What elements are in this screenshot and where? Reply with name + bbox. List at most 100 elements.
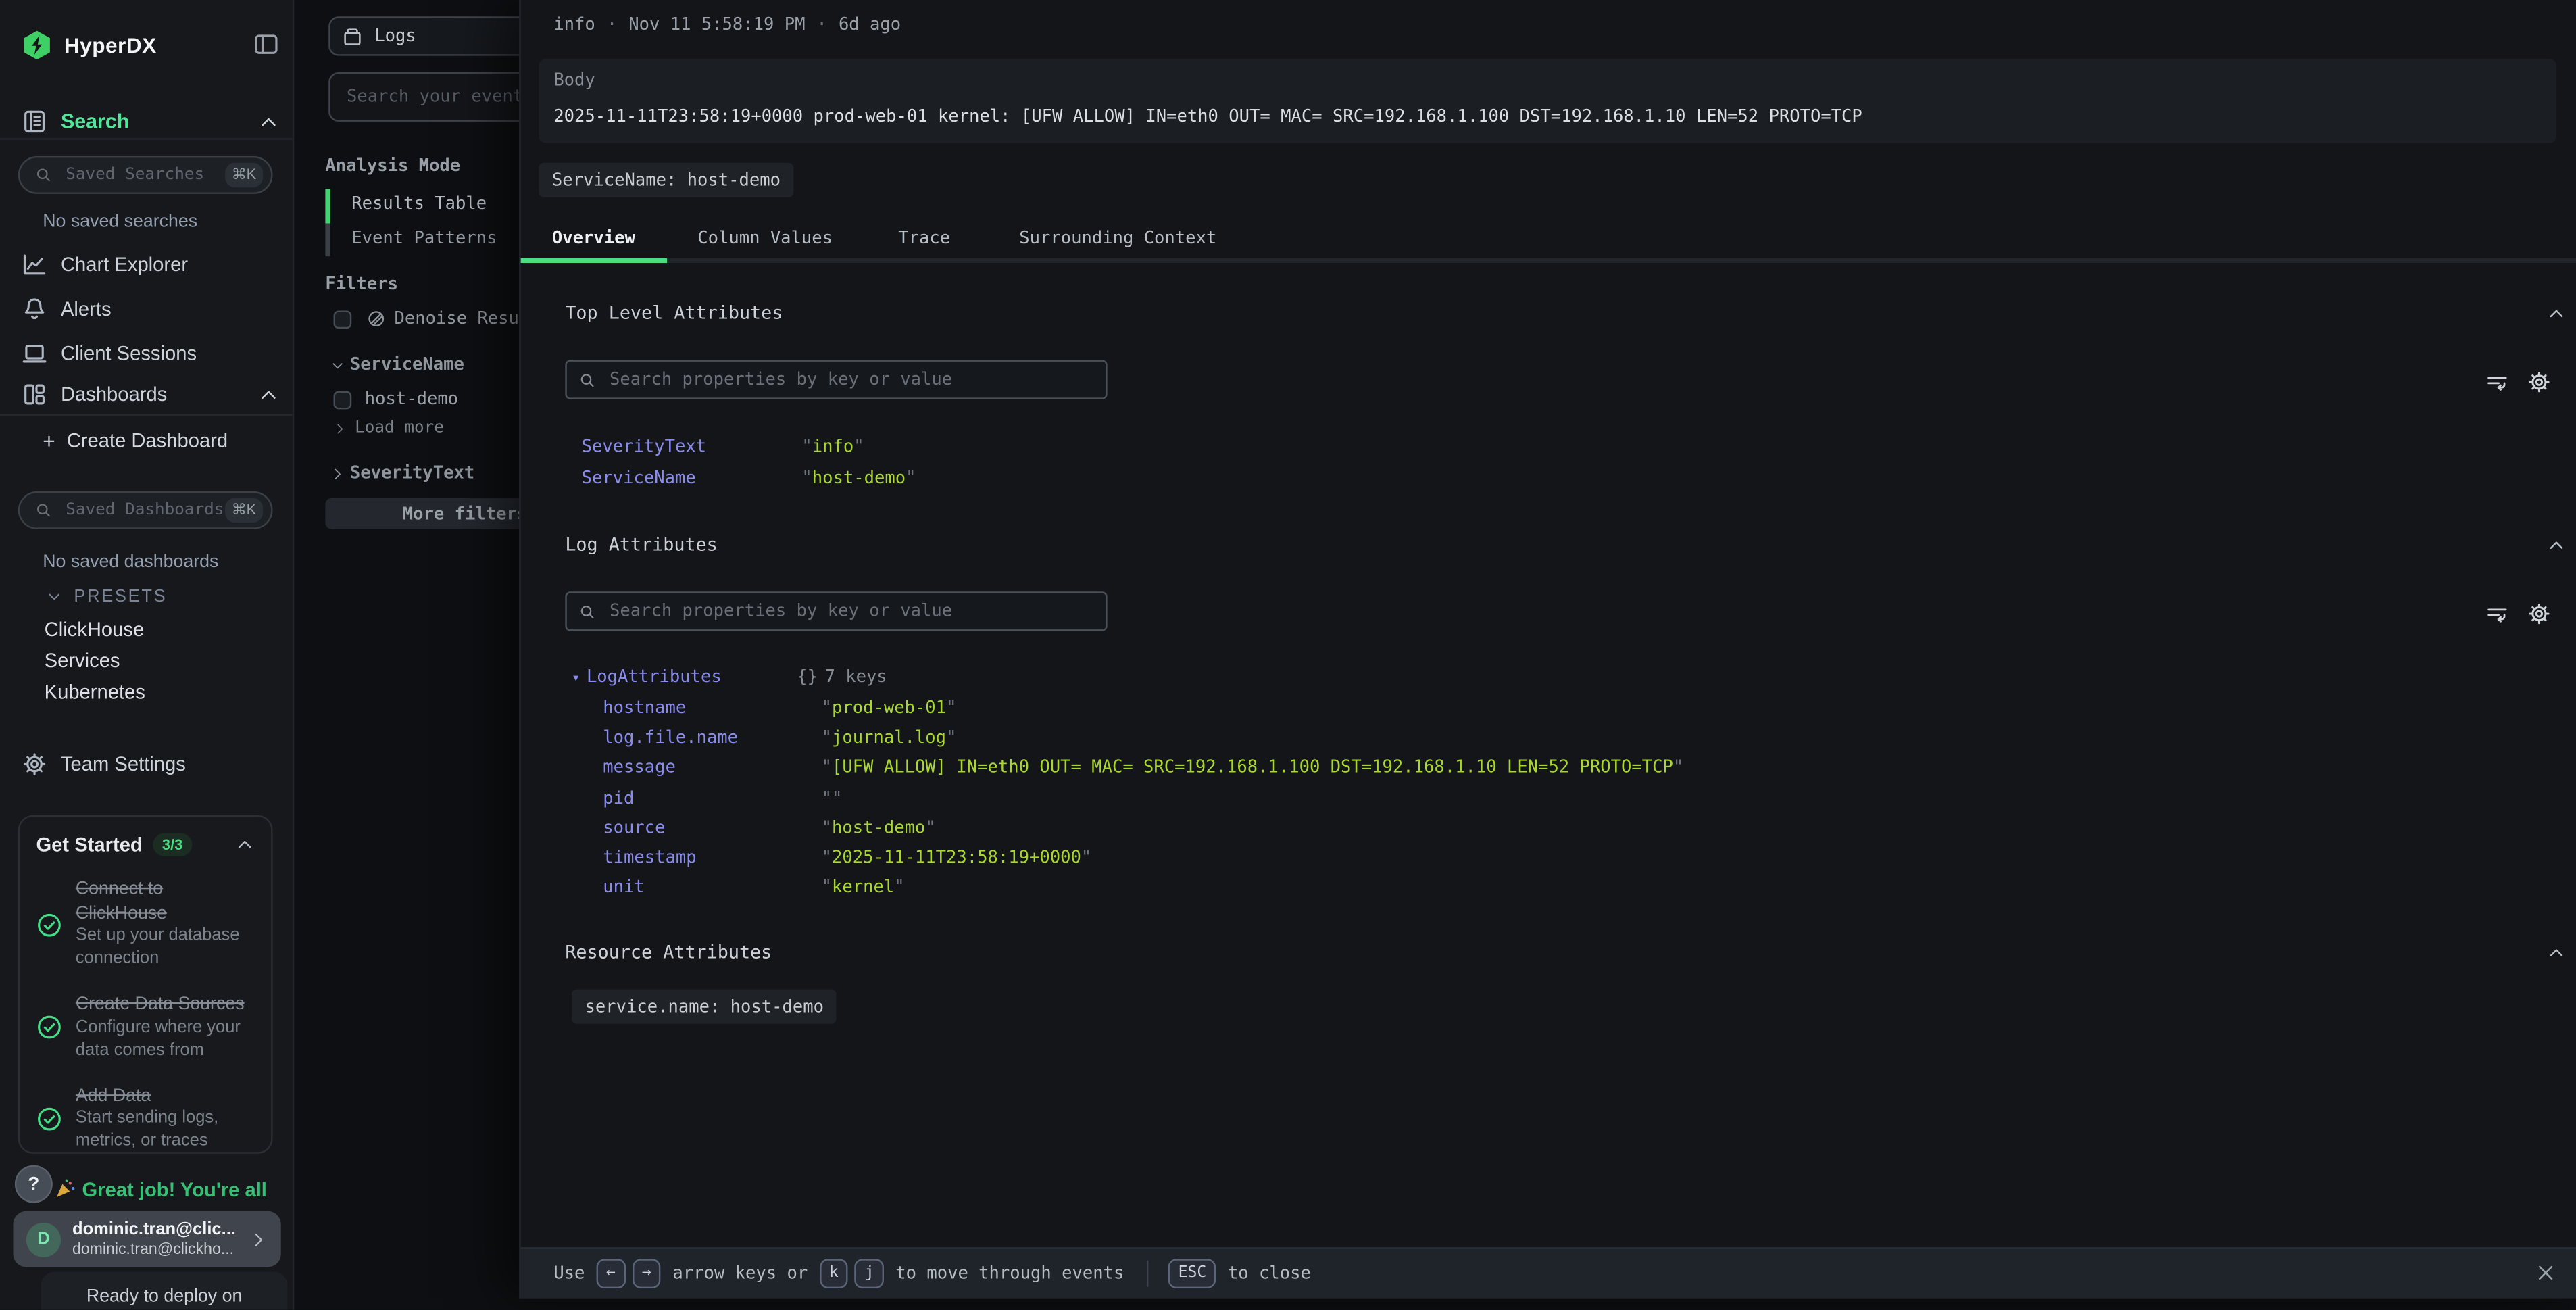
chevron-up-icon[interactable] [235, 835, 255, 854]
party-popper-icon [54, 1178, 76, 1200]
group-label: SeverityText [350, 464, 474, 483]
tab-column-values[interactable]: Column Values [697, 228, 833, 248]
caret-down-icon[interactable]: ▾ [572, 671, 580, 687]
attribute-row[interactable]: pid [521, 788, 2576, 811]
tab-overview[interactable]: Overview [552, 228, 635, 248]
preset-services[interactable]: Services [45, 648, 120, 672]
gear-icon[interactable] [2527, 602, 2551, 626]
active-mode-indicator [325, 189, 330, 224]
attribute-key[interactable]: LogAttributes [587, 667, 722, 687]
attribute-row[interactable]: source host-demo [521, 818, 2576, 841]
sidebar: HyperDX Search ⌘K No saved searches Char… [0, 0, 294, 1310]
host-demo-checkbox[interactable] [334, 390, 352, 408]
close-icon[interactable] [2535, 1262, 2556, 1284]
attribute-row[interactable]: SeverityText info [521, 437, 2576, 460]
attribute-value[interactable]: info [801, 437, 864, 457]
attribute-key[interactable]: SeverityText [582, 437, 706, 457]
service-tag-chip[interactable]: ServiceName: host-demo [539, 163, 793, 197]
mode-results-table[interactable]: Results Table [351, 194, 487, 214]
source-select[interactable]: Logs [328, 16, 545, 55]
attribute-value[interactable] [822, 788, 843, 808]
attribute-row[interactable]: log.file.name journal.log [521, 728, 2576, 751]
sidebar-item-search[interactable]: Search [22, 105, 280, 139]
event-search-input[interactable] [330, 87, 544, 107]
brand-home-link[interactable]: HyperDX [22, 26, 280, 62]
log-attributes-root-row[interactable]: ▾ LogAttributes {} 7 keys [521, 667, 2576, 690]
tab-trace[interactable]: Trace [898, 228, 950, 248]
get-started-step[interactable]: Add Data Start sending logs, metrics, or… [36, 1084, 254, 1154]
attribute-value[interactable]: kernel [822, 878, 905, 898]
attribute-row[interactable]: hostname prod-web-01 [521, 698, 2576, 721]
tab-underline-track [521, 258, 2576, 263]
attribute-value[interactable]: journal.log [822, 728, 957, 748]
attribute-value[interactable]: prod-web-01 [822, 698, 957, 718]
attribute-value[interactable]: host-demo [801, 468, 916, 487]
get-started-step[interactable]: Connect to ClickHouse Set up your databa… [36, 877, 254, 971]
presets-toggle[interactable]: PRESETS [46, 585, 167, 608]
preset-clickhouse[interactable]: ClickHouse [45, 616, 145, 641]
event-search-box[interactable] [328, 72, 545, 122]
group-label: ServiceName [350, 355, 464, 374]
denoise-filter-row[interactable]: Denoise Results [334, 309, 551, 329]
chevron-up-icon[interactable] [258, 384, 280, 406]
get-started-header[interactable]: Get Started 3/3 [36, 833, 254, 856]
attribute-key[interactable]: source [603, 818, 665, 838]
collapse-section-icon[interactable] [2546, 304, 2566, 324]
attribute-key[interactable]: message [603, 758, 676, 778]
help-button[interactable]: ? [15, 1165, 53, 1203]
user-email: dominic.tran@clickho... [72, 1240, 250, 1260]
sidebar-item-client-sessions[interactable]: Client Sessions [22, 337, 280, 370]
get-started-step[interactable]: Create Data Sources Configure where your… [36, 993, 254, 1063]
sidebar-item-chart-explorer[interactable]: Chart Explorer [22, 248, 280, 281]
filter-value-host-demo[interactable]: host-demo [334, 389, 459, 409]
top-level-search-input[interactable] [606, 368, 1094, 391]
filter-group-severitytext[interactable]: SeverityText [330, 464, 475, 483]
resource-tag-chip[interactable]: service.name: host-demo [572, 990, 837, 1024]
attribute-row[interactable]: ServiceName host-demo [521, 468, 2576, 491]
attribute-row[interactable]: timestamp 2025-11-11T23:58:19+0000 [521, 848, 2576, 871]
search-icon [578, 370, 597, 389]
attribute-key[interactable]: log.file.name [603, 728, 738, 748]
preset-kubernetes[interactable]: Kubernetes [45, 679, 145, 703]
attribute-key[interactable]: hostname [603, 698, 686, 718]
saved-searches-input[interactable] [62, 164, 225, 186]
load-more-button[interactable]: Load more [334, 419, 444, 437]
attribute-value[interactable]: [UFW ALLOW] IN=eth0 OUT= MAC= SRC=192.16… [822, 758, 1684, 778]
saved-searches-search[interactable]: ⌘K [18, 156, 273, 194]
denoise-checkbox[interactable] [334, 310, 352, 328]
create-dashboard-button[interactable]: + Create Dashboard [43, 427, 228, 454]
attribute-key[interactable]: pid [603, 788, 634, 808]
log-attributes-search[interactable] [565, 591, 1107, 631]
hyperdx-logo-icon [22, 29, 53, 60]
log-attributes-search-input[interactable] [606, 600, 1094, 623]
tab-surrounding-context[interactable]: Surrounding Context [1019, 228, 1216, 248]
attribute-value[interactable]: 2025-11-11T23:58:19+0000 [822, 848, 1092, 867]
log-attributes-title: Log Attributes [565, 534, 717, 556]
top-level-attributes-title: Top Level Attributes [565, 302, 783, 324]
chevron-up-icon[interactable] [258, 111, 280, 132]
wrap-lines-icon[interactable] [2485, 371, 2508, 394]
collapse-section-icon[interactable] [2546, 944, 2566, 963]
filter-group-servicename[interactable]: ServiceName [330, 355, 464, 374]
collapse-section-icon[interactable] [2546, 536, 2566, 556]
wrap-lines-icon[interactable] [2485, 603, 2508, 626]
sidebar-item-dashboards[interactable]: Dashboards [22, 378, 280, 411]
gear-icon[interactable] [2527, 370, 2551, 394]
attribute-key[interactable]: timestamp [603, 848, 696, 867]
collapse-sidebar-icon[interactable] [253, 31, 279, 57]
user-menu[interactable]: D dominic.tran@clic... dominic.tran@clic… [13, 1211, 280, 1267]
sidebar-item-alerts[interactable]: Alerts [22, 293, 280, 326]
sidebar-item-team-settings[interactable]: Team Settings [22, 748, 280, 781]
saved-dashboards-input[interactable] [62, 500, 225, 521]
attribute-row[interactable]: message [UFW ALLOW] IN=eth0 OUT= MAC= SR… [521, 758, 2576, 781]
attribute-row[interactable]: unit kernel [521, 878, 2576, 901]
top-level-search[interactable] [565, 360, 1107, 399]
get-started-title: Get Started [36, 833, 142, 856]
chevron-down-icon [330, 358, 345, 372]
attribute-key[interactable]: unit [603, 878, 645, 898]
saved-dashboards-search[interactable]: ⌘K [18, 491, 273, 529]
attribute-key[interactable]: ServiceName [582, 468, 696, 487]
mode-event-patterns[interactable]: Event Patterns [351, 228, 497, 248]
gear-icon [22, 751, 48, 777]
attribute-value[interactable]: host-demo [822, 818, 936, 838]
